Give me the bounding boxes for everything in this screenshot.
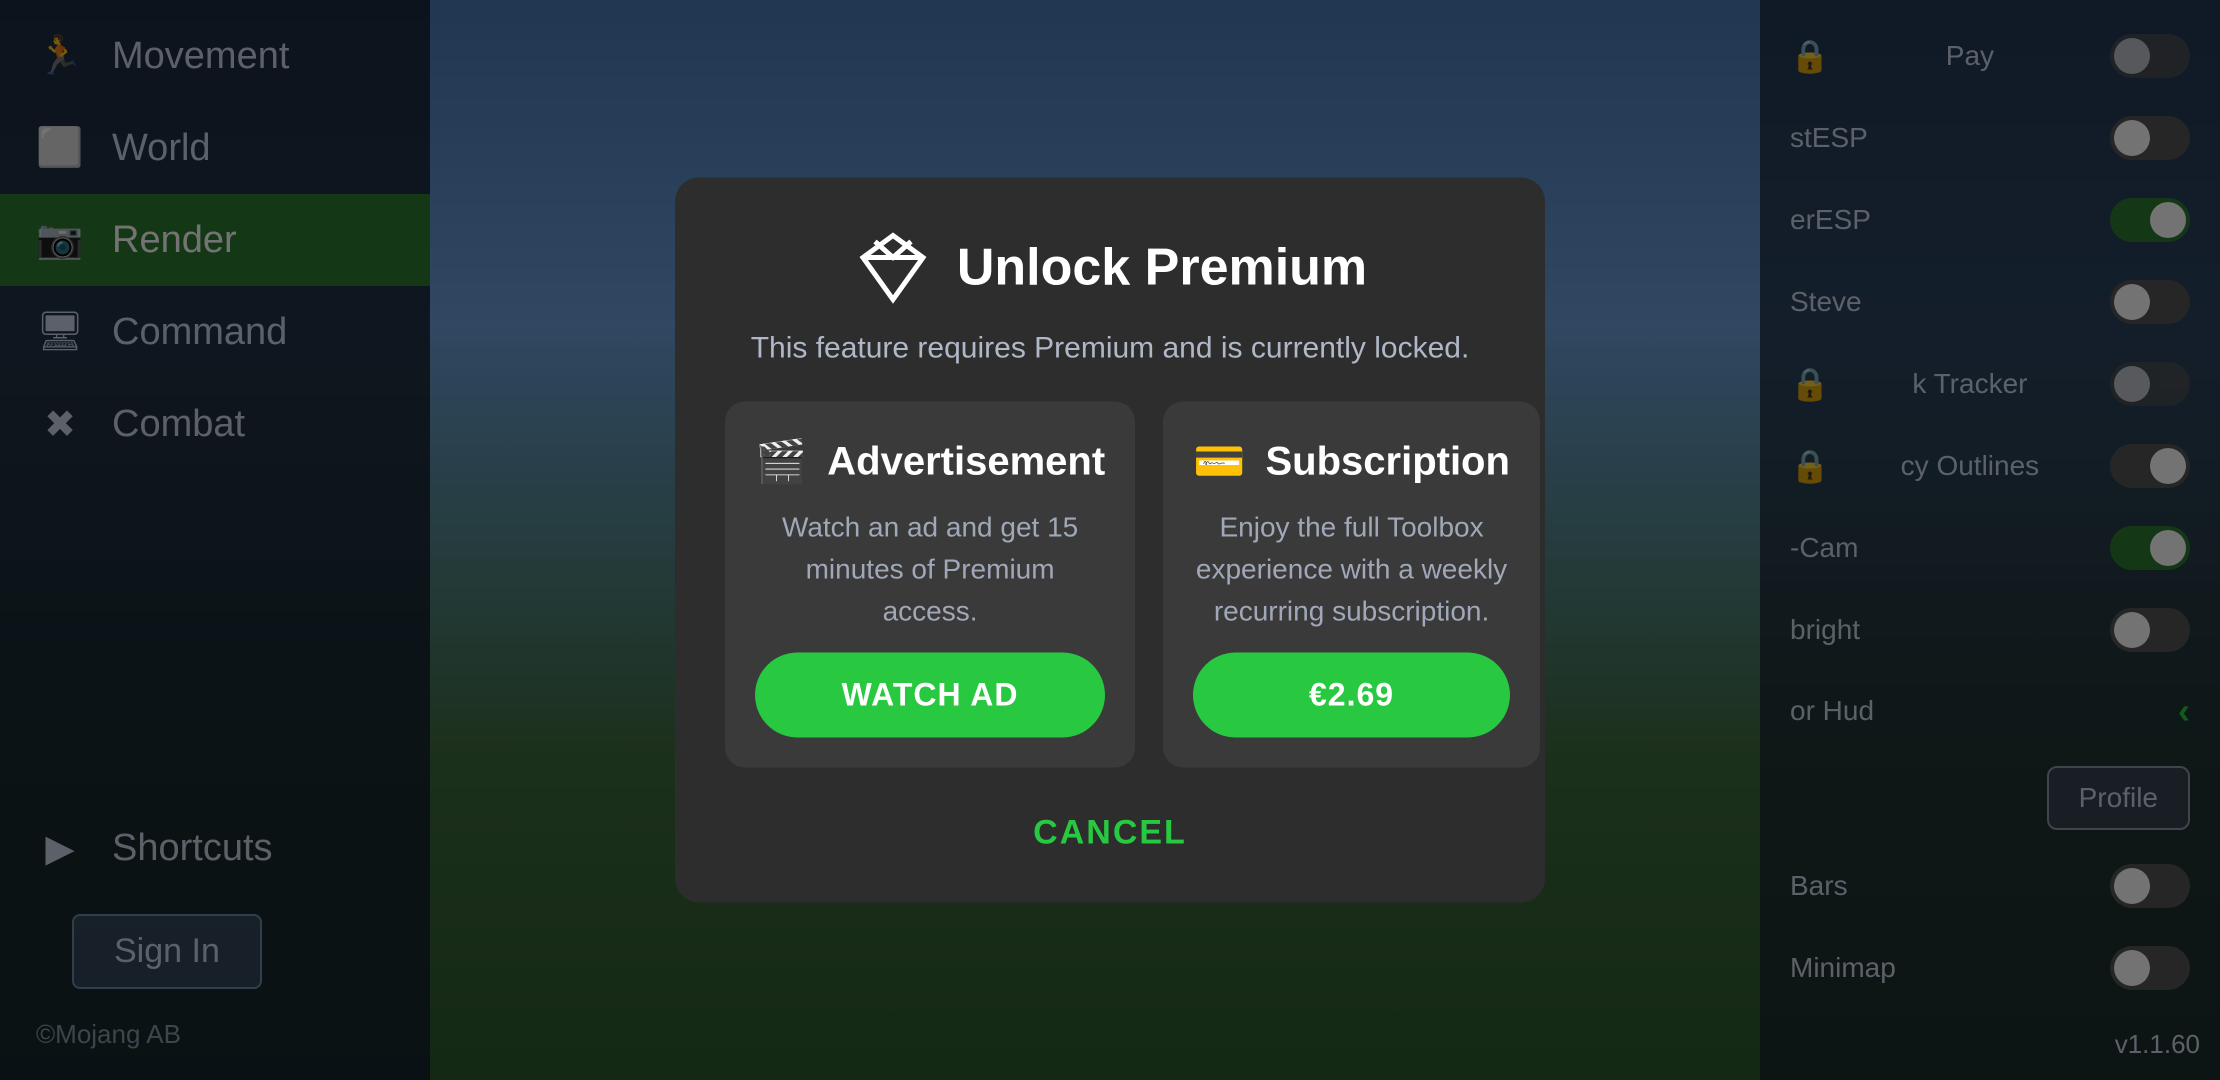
clapper-icon: 🎬 — [755, 438, 807, 487]
unlock-premium-dialog: Unlock Premium This feature requires Pre… — [675, 178, 1545, 903]
watch-ad-button[interactable]: WATCH AD — [755, 653, 1105, 738]
dialog-subtitle: This feature requires Premium and is cur… — [751, 332, 1470, 366]
diamond-icon — [853, 228, 933, 308]
subscription-title: Subscription — [1265, 440, 1509, 485]
subscription-card: 💳 Subscription Enjoy the full Toolbox ex… — [1163, 402, 1540, 768]
advertisement-card: 🎬 Advertisement Watch an ad and get 15 m… — [725, 402, 1135, 768]
subscription-description: Enjoy the full Toolbox experience with a… — [1193, 507, 1510, 633]
subscription-card-header: 💳 Subscription — [1193, 438, 1510, 487]
dialog-title: Unlock Premium — [957, 238, 1367, 298]
advertisement-card-header: 🎬 Advertisement — [755, 438, 1105, 487]
advertisement-description: Watch an ad and get 15 minutes of Premiu… — [755, 507, 1105, 633]
cancel-button[interactable]: CANCEL — [993, 804, 1227, 863]
cards-row: 🎬 Advertisement Watch an ad and get 15 m… — [725, 402, 1495, 768]
dialog-header: Unlock Premium — [853, 228, 1367, 308]
advertisement-title: Advertisement — [827, 440, 1105, 485]
subscribe-button[interactable]: €2.69 — [1193, 653, 1510, 738]
subscription-icon: 💳 — [1193, 438, 1245, 487]
